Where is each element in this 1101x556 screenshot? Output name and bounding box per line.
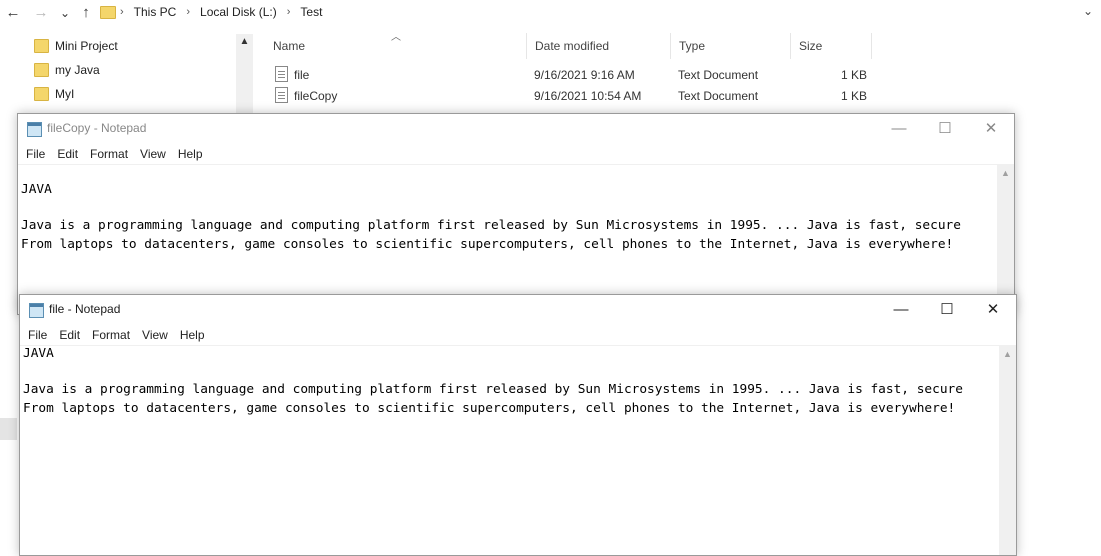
text-editor[interactable]: JAVA Java is a programming language and c…	[21, 181, 995, 254]
text-line: From laptops to datacenters, game consol…	[21, 236, 954, 252]
menu-help[interactable]: Help	[173, 144, 210, 164]
forward-arrow-icon[interactable]: →	[31, 3, 51, 23]
text-line: JAVA	[21, 182, 52, 197]
breadcrumb-test[interactable]: Test	[294, 5, 328, 19]
window-title: fileCopy - Notepad	[47, 121, 147, 135]
scroll-up-arrow-icon[interactable]: ▲	[999, 346, 1016, 359]
recent-locations-chevron-icon[interactable]: ⌄	[55, 3, 75, 23]
navigation-pane-scrollbar[interactable]: ▲	[236, 34, 253, 114]
minimize-button[interactable]: —	[876, 114, 922, 144]
text-editor[interactable]: JAVA Java is a programming language and c…	[23, 345, 997, 418]
vertical-scrollbar[interactable]: ▲	[999, 346, 1016, 555]
notepad-icon	[27, 122, 42, 137]
menu-bar: File Edit Format View Help	[20, 325, 1016, 346]
back-arrow-icon[interactable]: ←	[3, 3, 23, 23]
title-bar[interactable]: fileCopy - Notepad — ☐ ✕	[18, 114, 1014, 144]
column-header-date-modified[interactable]: Date modified	[527, 33, 671, 59]
text-line: Java is a programming language and compu…	[21, 218, 961, 234]
folder-icon	[34, 39, 49, 53]
address-bar[interactable]: › This PC › Local Disk (L:) › Test	[100, 0, 328, 24]
navigation-bar: ← → ⌄ ↑ › This PC › Local Disk (L:) › Te…	[0, 0, 1101, 26]
text-document-icon	[275, 87, 288, 103]
menu-file[interactable]: File	[21, 144, 52, 164]
menu-edit[interactable]: Edit	[54, 325, 87, 345]
maximize-button[interactable]: ☐	[922, 114, 968, 144]
scroll-up-arrow-icon[interactable]: ▲	[997, 165, 1014, 178]
file-date: 9/16/2021 10:54 AM	[534, 89, 642, 103]
pane-splitter	[0, 418, 17, 440]
address-dropdown-chevron-icon[interactable]: ⌄	[1083, 4, 1093, 18]
tree-item-label: Mini Project	[55, 39, 118, 53]
tree-item-myi[interactable]: MyI	[0, 82, 236, 106]
text-line: JAVA	[23, 346, 54, 361]
column-header-type[interactable]: Type	[671, 33, 791, 59]
text-line: From laptops to datacenters, game consol…	[23, 400, 956, 416]
folder-icon	[34, 63, 49, 77]
breadcrumb-local-disk[interactable]: Local Disk (L:)	[194, 5, 283, 19]
navigation-pane: Mini Project my Java MyI	[0, 34, 236, 106]
menu-edit[interactable]: Edit	[52, 144, 85, 164]
text-line	[21, 199, 995, 217]
file-name: file	[294, 68, 310, 82]
tree-item-label: MyI	[55, 87, 75, 101]
file-name: fileCopy	[294, 89, 338, 103]
tree-item-my-java[interactable]: my Java	[0, 58, 236, 82]
scroll-up-arrow-icon[interactable]: ▲	[236, 34, 253, 47]
file-type: Text Document	[678, 68, 759, 82]
text-line: Java is a programming language and compu…	[23, 382, 963, 398]
notepad-window-file[interactable]: file - Notepad — ☐ ✕ File Edit Format Vi…	[19, 294, 1017, 556]
window-title: file - Notepad	[49, 302, 121, 316]
file-row[interactable]: fileCopy 9/16/2021 10:54 AM Text Documen…	[270, 86, 890, 107]
folder-icon	[100, 5, 116, 19]
maximize-button[interactable]: ☐	[924, 295, 970, 325]
column-header-size[interactable]: Size	[791, 33, 872, 59]
breadcrumb-this-pc[interactable]: This PC	[128, 5, 183, 19]
menu-format[interactable]: Format	[85, 144, 135, 164]
breadcrumb-separator: ›	[120, 6, 124, 18]
file-date: 9/16/2021 9:16 AM	[534, 68, 635, 82]
up-arrow-icon[interactable]: ↑	[76, 3, 96, 23]
text-line	[23, 363, 997, 381]
title-bar[interactable]: file - Notepad — ☐ ✕	[20, 295, 1016, 325]
menu-bar: File Edit Format View Help	[18, 144, 1014, 165]
tree-item-label: my Java	[55, 63, 100, 77]
column-header-name[interactable]: Name	[265, 33, 527, 59]
menu-view[interactable]: View	[137, 325, 175, 345]
tree-item-mini-project[interactable]: Mini Project	[0, 34, 236, 58]
vertical-scrollbar[interactable]: ▲	[997, 165, 1014, 314]
file-type: Text Document	[678, 89, 759, 103]
file-size: 1 KB	[841, 68, 868, 82]
file-size: 1 KB	[841, 89, 868, 103]
folder-icon	[34, 87, 49, 101]
close-button[interactable]: ✕	[970, 295, 1016, 325]
file-row[interactable]: file 9/16/2021 9:16 AM Text Document 1 K…	[270, 65, 890, 86]
notepad-window-filecopy[interactable]: fileCopy - Notepad — ☐ ✕ File Edit Forma…	[17, 113, 1015, 315]
menu-view[interactable]: View	[135, 144, 173, 164]
minimize-button[interactable]: —	[878, 295, 924, 325]
breadcrumb-separator: ›	[186, 6, 191, 18]
text-document-icon	[275, 66, 288, 82]
menu-file[interactable]: File	[23, 325, 54, 345]
close-button[interactable]: ✕	[968, 114, 1014, 144]
menu-format[interactable]: Format	[87, 325, 137, 345]
notepad-icon	[29, 303, 44, 318]
menu-help[interactable]: Help	[175, 325, 212, 345]
breadcrumb-separator: ›	[286, 6, 291, 18]
